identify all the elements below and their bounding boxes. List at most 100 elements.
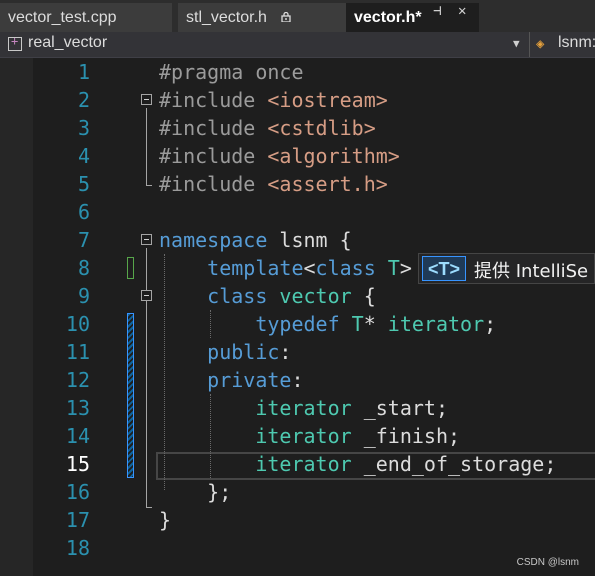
code-text: } <box>159 506 171 534</box>
tab-bar: vector_test.cpp stl_vector.h vector.h* ⊣… <box>0 0 595 32</box>
member-label: lsnm: <box>558 34 595 51</box>
code-line[interactable]: 2 #include <iostream> <box>0 86 595 114</box>
code-text: #include <iostream> <box>159 86 388 114</box>
code-token: ; <box>447 424 461 448</box>
tab-label: stl_vector.h <box>186 9 267 26</box>
code-token: #include <box>159 144 268 168</box>
code-token: > <box>399 256 412 280</box>
code-token: class <box>315 256 376 280</box>
line-number: 14 <box>65 424 90 448</box>
code-text: typedef T* iterator; <box>159 310 496 338</box>
line-number: 3 <box>77 116 90 140</box>
code-token: private <box>207 368 292 392</box>
code-text: public: <box>159 338 291 366</box>
code-token: }; <box>159 480 232 504</box>
line-number: 16 <box>65 480 90 504</box>
code-token: #include <box>159 172 268 196</box>
code-line[interactable]: 5 #include <assert.h> <box>0 170 595 198</box>
code-editor[interactable]: 1 #pragma once 2 #include <iostream> 3 #inclu… <box>0 58 595 576</box>
code-token: public <box>207 340 280 364</box>
code-line[interactable]: 13 iterator _start; <box>0 394 595 422</box>
code-line[interactable]: 16 }; <box>0 478 595 506</box>
code-line[interactable]: 10 typedef T* iterator; <box>0 310 595 338</box>
code-line[interactable]: 11 public: <box>0 338 595 366</box>
code-token: T <box>339 312 364 336</box>
code-text: #include <algorithm> <box>159 142 400 170</box>
template-param-badge: <T> <box>422 256 466 281</box>
code-token: _finish <box>351 424 448 448</box>
intellisense-tooltip: <T> 提供 IntelliSe <box>418 253 595 284</box>
code-text: #pragma once <box>159 58 304 86</box>
watermark: CSDN @lsnm <box>516 557 579 568</box>
tab-label: vector.h* <box>354 9 422 26</box>
line-number: 5 <box>77 172 90 196</box>
code-line[interactable]: 12 private: <box>0 366 595 394</box>
code-token: ; <box>484 312 497 336</box>
code-line[interactable]: 18 <box>0 534 595 562</box>
code-text: #include <cstdlib> <box>159 114 376 142</box>
code-line[interactable]: 6 <box>0 198 595 226</box>
line-number: 1 <box>77 60 90 84</box>
code-line[interactable]: 1 #pragma once <box>0 58 595 86</box>
pin-icon[interactable]: ⊣ <box>433 3 441 19</box>
code-token: #include <box>159 116 268 140</box>
code-token: ; <box>544 452 557 476</box>
line-number: 11 <box>65 340 90 364</box>
line-number: 9 <box>77 284 90 308</box>
line-number: 7 <box>77 228 90 252</box>
code-token: iterator <box>375 312 485 336</box>
code-text: iterator _finish; <box>159 422 460 450</box>
line-number: 2 <box>77 88 90 112</box>
code-line[interactable]: 17} <box>0 506 595 534</box>
code-token: #pragma once <box>159 60 304 84</box>
code-token: { <box>351 284 376 308</box>
code-line[interactable]: 7 namespace lsnm { <box>0 226 595 254</box>
code-token: #include <box>159 88 268 112</box>
code-text: namespace lsnm { <box>159 226 352 254</box>
code-token: } <box>159 508 172 532</box>
code-line[interactable]: 15 iterator _end_of_storage; <box>0 450 595 478</box>
line-number: 18 <box>65 536 90 560</box>
line-number: 15 <box>65 452 90 476</box>
member-dropdown[interactable]: ◈ lsnm: <box>529 32 595 57</box>
code-text: template<class T> <box>159 254 412 282</box>
scope-label: real_vector <box>28 34 108 51</box>
line-number: 13 <box>65 396 90 420</box>
code-token: * <box>363 312 376 336</box>
code-token: : <box>291 368 304 392</box>
code-token: class <box>207 284 268 308</box>
code-line[interactable]: 4 #include <algorithm> <box>0 142 595 170</box>
code-token: iterator <box>255 396 352 420</box>
chevron-down-icon[interactable]: ▼ <box>513 37 520 50</box>
lock-icon <box>281 12 291 22</box>
line-number: 6 <box>77 200 90 224</box>
tab-label: vector_test.cpp <box>8 9 117 26</box>
tab-vector-test-cpp[interactable]: vector_test.cpp <box>0 3 172 32</box>
code-token: <assert.h> <box>267 172 388 196</box>
code-text: }; <box>159 478 231 506</box>
code-line[interactable]: 14 iterator _finish; <box>0 422 595 450</box>
line-number: 12 <box>65 368 90 392</box>
code-text: #include <assert.h> <box>159 170 388 198</box>
tab-stl-vector-h[interactable]: stl_vector.h <box>178 3 346 32</box>
code-token: typedef <box>255 312 340 336</box>
code-token: <algorithm> <box>267 144 400 168</box>
code-line[interactable]: 3 #include <cstdlib> <box>0 114 595 142</box>
code-token: < <box>303 256 316 280</box>
scope-dropdown[interactable]: real_vector ▼ <box>0 32 529 57</box>
code-token: <iostream> <box>267 88 388 112</box>
code-token: _end_of_storage <box>351 452 545 476</box>
namespace-icon: ◈ <box>536 36 545 52</box>
close-icon[interactable]: ✕ <box>458 3 466 19</box>
code-token: vector <box>267 284 352 308</box>
navigation-bar: real_vector ▼ ◈ lsnm: <box>0 32 595 58</box>
code-text: iterator _end_of_storage; <box>159 450 556 478</box>
code-line[interactable]: 9 class vector { <box>0 282 595 310</box>
